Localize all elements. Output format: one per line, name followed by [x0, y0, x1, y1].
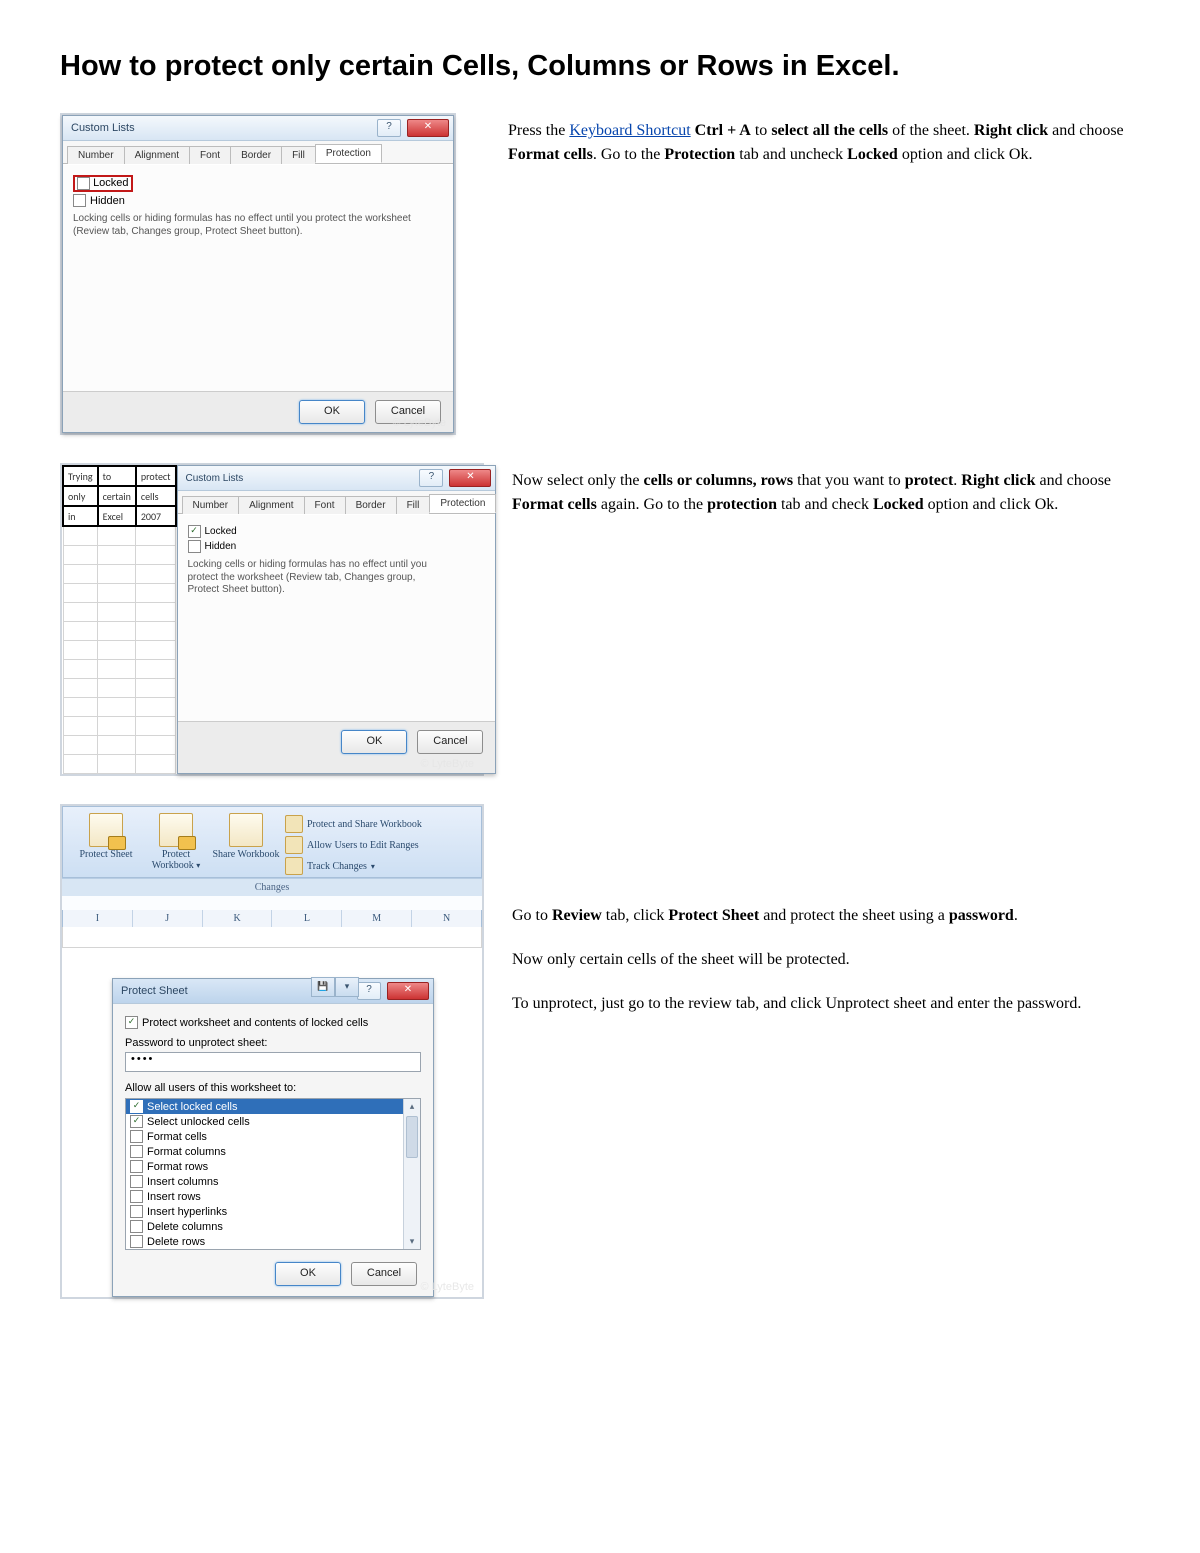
keyboard-shortcut-link[interactable]: Keyboard Shortcut [569, 122, 690, 139]
watermark: © LyteByte [392, 417, 446, 429]
ok-button[interactable]: OK [341, 730, 407, 754]
close-icon[interactable]: ✕ [449, 469, 491, 487]
close-icon[interactable]: ✕ [387, 982, 429, 1000]
password-label: Password to unprotect sheet: [125, 1037, 421, 1049]
tab-alignment[interactable]: Alignment [124, 146, 190, 164]
tab-number[interactable]: Number [67, 146, 125, 164]
dialog-titlebar[interactable]: Custom Lists ? ✕ [63, 116, 453, 141]
ok-button[interactable]: OK [275, 1262, 341, 1286]
figure-1: Custom Lists ? ✕ Number Alignment Font B… [60, 113, 456, 435]
chevron-down-icon[interactable]: ▾ [335, 977, 359, 997]
protect-workbook-icon [159, 813, 193, 847]
ribbon-group-label: Changes [62, 878, 482, 896]
tab-font[interactable]: Font [189, 146, 231, 164]
hidden-checkbox[interactable] [188, 540, 201, 553]
chevron-down-icon: ▾ [196, 861, 200, 870]
locked-checkbox[interactable] [77, 177, 90, 190]
help-icon[interactable]: ? [419, 469, 443, 487]
share-workbook-button[interactable]: Share Workbook [211, 813, 281, 875]
chevron-down-icon: ▾ [371, 862, 375, 871]
scroll-thumb[interactable] [406, 1116, 418, 1158]
track-changes-icon [285, 857, 303, 875]
ribbon-changes-group: Protect Sheet Protect Workbook ▾ Share W… [62, 806, 482, 878]
locked-label: Locked [93, 177, 128, 190]
password-input[interactable]: •••• [125, 1052, 421, 1072]
tab-border[interactable]: Border [230, 146, 282, 164]
tab-protection[interactable]: Protection [315, 144, 382, 163]
list-item[interactable]: Format columns [126, 1144, 420, 1159]
list-item[interactable]: Select unlocked cells [126, 1114, 420, 1129]
figure-3: Protect Sheet Protect Workbook ▾ Share W… [60, 804, 484, 1299]
protect-share-workbook-button[interactable]: Protect and Share Workbook [285, 815, 422, 833]
scroll-down-icon[interactable]: ▾ [410, 1234, 415, 1249]
scrollbar[interactable]: ▴▾ [403, 1099, 420, 1249]
figure-2: Tryingtoprotect onlycertaincells inExcel… [60, 463, 484, 776]
help-icon[interactable]: ? [377, 119, 401, 137]
protect-sheet-button[interactable]: Protect Sheet [71, 813, 141, 875]
protect-share-icon [285, 815, 303, 833]
protect-sheet-dialog: Protect Sheet 💾▾ ? ✕ Protect worksheet a… [112, 978, 434, 1297]
list-item[interactable]: Delete rows [126, 1234, 420, 1249]
step3-p2: Now only certain cells of the sheet will… [512, 948, 1140, 972]
list-item[interactable]: Select locked cells [126, 1099, 420, 1114]
tab-fill[interactable]: Fill [396, 496, 431, 514]
locked-checkbox[interactable] [188, 525, 201, 538]
tab-protection[interactable]: Protection [429, 494, 496, 513]
hidden-label: Hidden [90, 195, 125, 207]
step3-p3: To unprotect, just go to the review tab,… [512, 992, 1140, 1016]
page-title: How to protect only certain Cells, Colum… [60, 50, 1140, 83]
protect-workbook-button[interactable]: Protect Workbook ▾ [141, 813, 211, 875]
list-item[interactable]: Delete columns [126, 1219, 420, 1234]
list-item[interactable]: Format cells [126, 1129, 420, 1144]
locked-highlight: Locked [73, 175, 133, 192]
cancel-button[interactable]: Cancel [417, 730, 483, 754]
tab-strip: Number Alignment Font Border Fill Protec… [63, 141, 453, 164]
tab-font[interactable]: Font [304, 496, 346, 514]
dialog-title: Custom Lists [71, 122, 135, 134]
protection-info: Locking cells or hiding formulas has no … [73, 213, 413, 238]
protect-contents-checkbox[interactable] [125, 1016, 138, 1029]
help-icon[interactable]: ? [357, 982, 381, 1000]
tab-border[interactable]: Border [345, 496, 397, 514]
tab-fill[interactable]: Fill [281, 146, 316, 164]
list-item[interactable]: Format rows [126, 1159, 420, 1174]
protect-sheet-icon [89, 813, 123, 847]
hidden-checkbox[interactable] [73, 194, 86, 207]
track-changes-button[interactable]: Track Changes ▾ [285, 857, 422, 875]
allow-label: Allow all users of this worksheet to: [125, 1082, 421, 1094]
allow-edit-ranges-button[interactable]: Allow Users to Edit Ranges [285, 836, 422, 854]
close-icon[interactable]: ✕ [407, 119, 449, 137]
tab-alignment[interactable]: Alignment [238, 496, 304, 514]
tab-number[interactable]: Number [182, 496, 240, 514]
column-headers: IJKLMN [62, 910, 482, 927]
scroll-up-icon[interactable]: ▴ [410, 1099, 415, 1114]
dialog-titlebar[interactable]: Custom Lists ? ✕ [178, 466, 496, 491]
cancel-button[interactable]: Cancel [351, 1262, 417, 1286]
list-item[interactable]: Insert rows [126, 1189, 420, 1204]
step1-text: Press the Keyboard Shortcut Ctrl + A to … [508, 119, 1140, 167]
list-item[interactable]: Insert columns [126, 1174, 420, 1189]
ok-button[interactable]: OK [299, 400, 365, 424]
qat-save-icon[interactable]: 💾 [311, 977, 335, 997]
list-item[interactable]: Insert hyperlinks [126, 1204, 420, 1219]
allow-edit-icon [285, 836, 303, 854]
step3-p1: Go to Review tab, click Protect Sheet an… [512, 904, 1140, 928]
share-workbook-icon [229, 813, 263, 847]
step2-text: Now select only the cells or columns, ro… [512, 469, 1140, 517]
spreadsheet-grid: Tryingtoprotect onlycertaincells inExcel… [62, 465, 177, 774]
allow-permissions-list[interactable]: Select locked cells Select unlocked cell… [125, 1098, 421, 1250]
